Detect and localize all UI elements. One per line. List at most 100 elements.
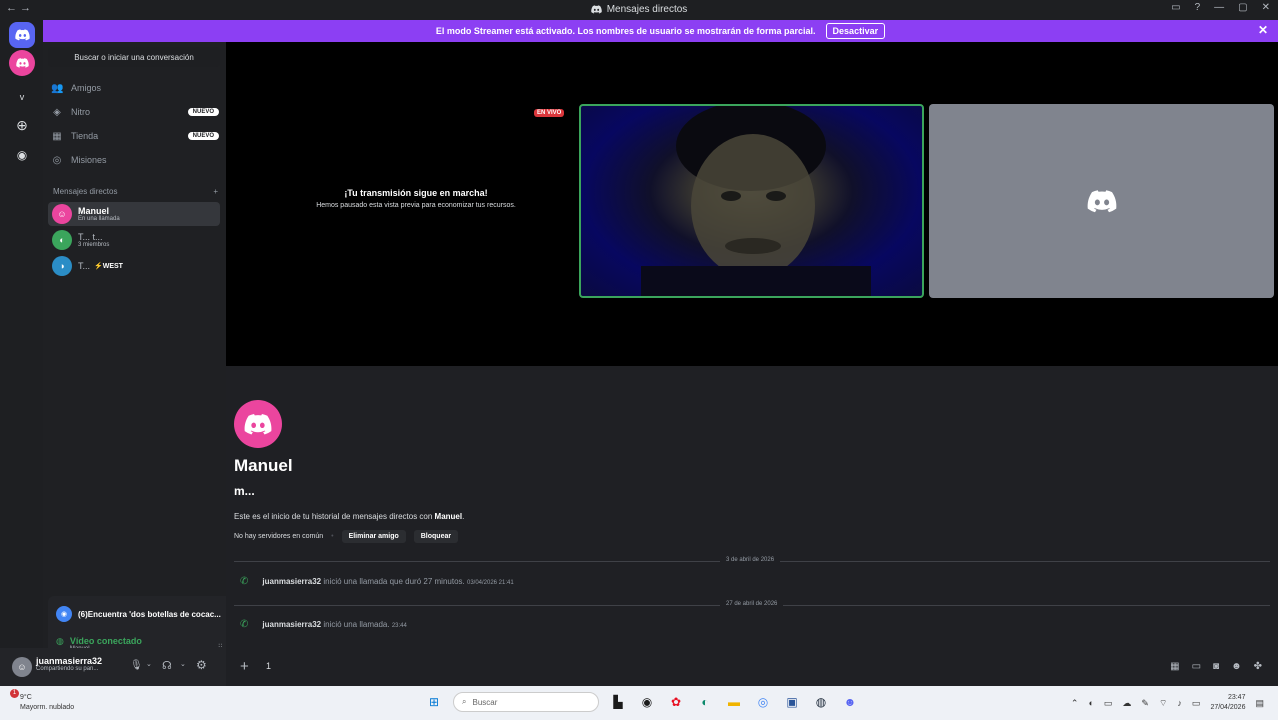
call-message: ✆ juanmasierra32 inició una llamada. 23:… — [240, 619, 407, 630]
call-user[interactable]: juanmasierra32 — [262, 577, 321, 586]
nav-nitro[interactable]: ◈ Nitro NUEVO — [51, 102, 221, 122]
taskbar-center: ⊞ ⌕ Buscar ▙ ◉ ✿ ◐ ▬ ◎ ▣ ◍ ☻ — [424, 692, 860, 712]
chat-area: Manuel m... Este es el inicio de tu hist… — [226, 366, 1278, 646]
add-attachment-icon[interactable]: + — [240, 658, 249, 675]
wifi-icon[interactable]: ⌔ — [1159, 698, 1167, 709]
notifications-icon[interactable]: ▤ — [1255, 698, 1264, 709]
sticker-icon[interactable]: ◙ — [1213, 661, 1219, 672]
chevron-down-icon[interactable]: ⌄ — [146, 660, 152, 668]
main-area: ¡Tu transmisión sigue en marcha! Hemos p… — [226, 42, 1278, 686]
nav-shop[interactable]: ▦ Tienda NUEVO — [51, 126, 221, 146]
remove-friend-button[interactable]: Eliminar amigo — [341, 530, 406, 543]
server-folder-v[interactable]: v — [9, 84, 35, 110]
chrome-icon[interactable]: ◎ — [753, 692, 773, 712]
block-button[interactable]: Bloquear — [413, 530, 459, 543]
inbox-icon[interactable]: ▭ — [1171, 2, 1180, 13]
file-explorer-icon[interactable]: ▬ — [724, 692, 744, 712]
copilot-icon[interactable]: ✿ — [666, 692, 686, 712]
intro-suffix: . — [462, 512, 465, 521]
profile-actions: No hay servidores en común • Eliminar am… — [234, 530, 459, 543]
volume-icon[interactable]: ♪ — [1177, 698, 1182, 708]
server-rail: v ⊕ ◉ — [0, 18, 43, 686]
close-icon[interactable]: ✕ — [1258, 23, 1268, 37]
avatar[interactable]: ☺ — [12, 657, 32, 677]
tray-app-icon[interactable]: ▭ — [1104, 698, 1113, 709]
dm-item-group[interactable]: ◐ T... t... 3 miembros — [48, 228, 220, 252]
activity-row[interactable]: ◉ (6)Encuentra 'dos botellas de cocac...… — [56, 606, 254, 622]
weather-text: Mayorm. nublado — [20, 704, 75, 711]
system-tray: ⌃ ◐ ▭ ☁ ✎ ⌔ ♪ ▭ 23:47 27/04/2026 ▤ — [1071, 693, 1264, 713]
webcam-face-image — [641, 106, 871, 296]
mutual-servers: No hay servidores en común — [234, 533, 324, 540]
chevron-down-icon[interactable]: ⌄ — [180, 660, 186, 668]
taskbar-search[interactable]: ⌕ Buscar — [453, 692, 599, 712]
paused-notice: ¡Tu transmisión sigue en marcha! Hemos p… — [266, 188, 566, 209]
gif-icon[interactable]: ▭ — [1192, 661, 1201, 672]
quests-icon: ◎ — [52, 154, 62, 166]
dm-item-third[interactable]: ◑ T... ⚡WEST — [48, 254, 220, 278]
date-divider: 27 de abril de 2026 — [234, 601, 1270, 607]
composer-tools: ▦ ▭ ◙ ☻ ✤ — [1170, 661, 1262, 672]
nav-label: Misiones — [71, 155, 107, 165]
notification-badge: 1 — [10, 689, 19, 698]
microphone-icon[interactable]: 🎙 — [130, 660, 143, 671]
dm-status: En una llamada — [78, 216, 120, 222]
message-input[interactable]: 1 — [266, 661, 271, 671]
explore-icon[interactable]: ◉ — [9, 142, 35, 168]
store-icon[interactable]: ▣ — [782, 692, 802, 712]
nav-friends[interactable]: 👥 Amigos — [51, 78, 221, 98]
maximize-button[interactable]: ▢ — [1238, 2, 1247, 13]
video-tile-camera[interactable] — [579, 104, 924, 298]
windows-start-icon[interactable]: ⊞ — [424, 692, 444, 712]
call-timestamp: 03/04/2026 21:41 — [466, 580, 514, 586]
chevron-up-icon[interactable]: ⌃ — [1071, 698, 1079, 709]
discord-icon — [244, 413, 272, 435]
date-label: 27 de abril de 2026 — [720, 601, 784, 607]
help-icon[interactable]: ? — [1195, 2, 1201, 13]
add-dm-icon[interactable]: + — [213, 187, 218, 196]
gear-icon[interactable]: ⚙ — [196, 658, 207, 672]
headphones-icon[interactable]: ☊ — [162, 659, 172, 672]
add-server-icon[interactable]: ⊕ — [9, 112, 35, 138]
discord-taskbar-icon[interactable]: ☻ — [840, 692, 860, 712]
battery-icon[interactable]: ▭ — [1192, 698, 1201, 709]
profile-name: Manuel — [234, 456, 293, 475]
obs-icon[interactable]: ◉ — [637, 692, 657, 712]
cloud-icon[interactable]: ☁ — [1122, 698, 1131, 709]
nav-quests[interactable]: ◎ Misiones — [51, 150, 221, 170]
user-status: Compartiendo su pan... — [36, 666, 99, 672]
apps-icon[interactable]: ✤ — [1254, 661, 1262, 672]
steam-icon[interactable]: ◍ — [811, 692, 831, 712]
paused-title: ¡Tu transmisión sigue en marcha! — [344, 188, 488, 198]
dm-name: Manuel — [78, 206, 110, 216]
edge-icon[interactable]: ◐ — [695, 692, 715, 712]
browser-icon: ◉ — [56, 606, 72, 622]
gift-icon[interactable]: ▦ — [1170, 661, 1179, 672]
phone-icon: ✆ — [240, 619, 249, 630]
video-tile-manuel[interactable] — [929, 104, 1274, 298]
dm-status: 3 miembros — [78, 242, 110, 248]
intro-name: Manuel — [434, 512, 463, 521]
emoji-icon[interactable]: ☻ — [1231, 661, 1242, 672]
task-view-icon[interactable]: ▙ — [608, 692, 628, 712]
search-input[interactable]: Buscar o iniciar una conversación — [48, 47, 220, 67]
intro-text: Este es el inicio de tu historial de men… — [234, 512, 464, 521]
clock[interactable]: 23:47 27/04/2026 — [1210, 693, 1245, 713]
dm-name: T... t... — [78, 232, 103, 242]
weather-widget[interactable]: 1 9°C Mayorm. nublado — [10, 689, 75, 713]
call-user[interactable]: juanmasierra32 — [262, 620, 321, 629]
back-arrow-icon[interactable]: ← → — [6, 2, 31, 14]
pen-icon[interactable]: ✎ — [1141, 698, 1149, 709]
dm-name: T... — [78, 261, 91, 271]
tray-app-icon[interactable]: ◐ — [1088, 698, 1093, 708]
dm-item-manuel[interactable]: ☺ Manuel En una llamada — [48, 202, 220, 226]
home-button[interactable] — [9, 22, 35, 48]
new-badge: NUEVO — [187, 132, 219, 140]
nav-label: Nitro — [71, 107, 91, 117]
close-window-button[interactable]: ✕ — [1262, 2, 1270, 13]
dm-sidebar: Buscar o iniciar una conversación 👥 Amig… — [43, 42, 262, 688]
dm-avatar-button[interactable] — [9, 50, 35, 76]
disable-streamer-button[interactable]: Desactivar — [825, 23, 886, 39]
minimize-button[interactable]: — — [1214, 2, 1224, 13]
intro-prefix: Este es el inicio de tu historial de men… — [234, 512, 435, 521]
